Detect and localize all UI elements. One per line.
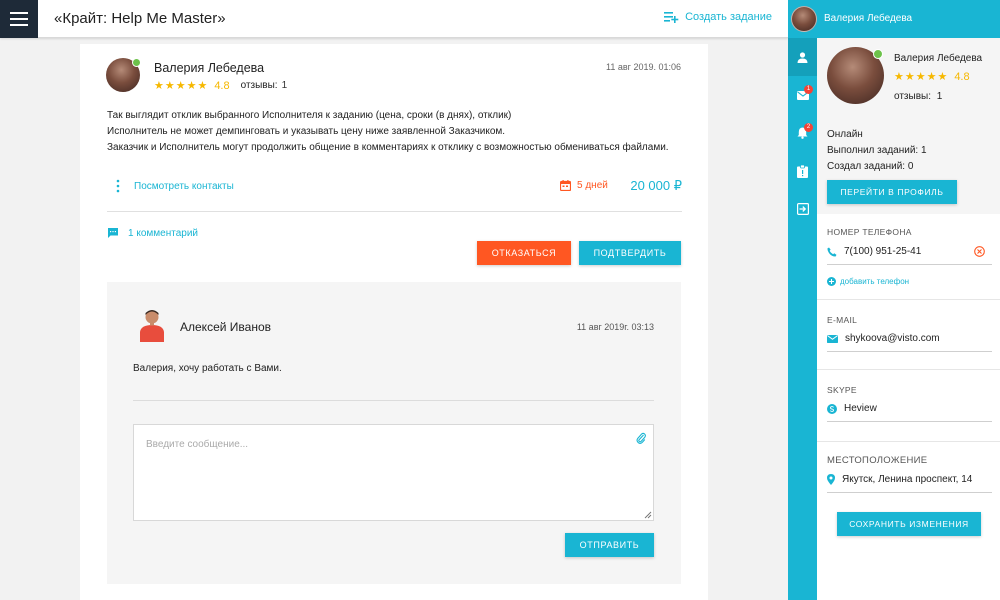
- online-status-dot: [873, 49, 883, 59]
- refuse-button[interactable]: ОТКАЗАТЬСЯ: [477, 241, 571, 265]
- online-status-text: Онлайн: [827, 129, 863, 140]
- location-value[interactable]: Якутск, Ленина проспект, 14: [842, 474, 992, 485]
- mail-icon: [827, 334, 838, 343]
- more-vert-icon[interactable]: [114, 179, 122, 193]
- email-value[interactable]: shykoova@visto.com: [845, 333, 992, 344]
- email-field[interactable]: shykoova@visto.com: [827, 326, 992, 352]
- sidebar-avatar[interactable]: [791, 6, 817, 32]
- rating-value: 4.8: [954, 70, 970, 83]
- offer-description: Так выглядит отклик выбранного Исполните…: [107, 108, 687, 156]
- sidebar-item-notifications[interactable]: 2: [788, 114, 817, 152]
- star-rating-icon: ★★★★★: [894, 71, 949, 83]
- phone-value[interactable]: 7(100) 951-25-41: [844, 246, 974, 257]
- notifications-badge: 2: [804, 123, 813, 132]
- profile-name: Валерия Лебедева: [894, 53, 983, 64]
- divider: [817, 369, 1000, 370]
- created-tasks: Создал заданий: 0: [827, 161, 914, 172]
- divider: [133, 400, 654, 401]
- online-status-dot: [132, 58, 141, 67]
- resize-handle-icon[interactable]: [644, 511, 652, 519]
- divider: [107, 211, 682, 212]
- profile-summary: Валерия Лебедева ★★★★★ 4.8 отзывы: 1 Онл…: [817, 38, 1000, 214]
- add-phone-link[interactable]: добавить телефон: [827, 277, 909, 286]
- sidebar-item-logout[interactable]: [788, 190, 817, 228]
- profile-rating: ★★★★★ 4.8: [894, 70, 970, 84]
- save-changes-button[interactable]: СОХРАНИТЬ ИЗМЕНЕНИЯ: [837, 512, 981, 536]
- days-label: 5 дней: [577, 180, 608, 191]
- comments-toggle[interactable]: 1 комментарий: [107, 227, 198, 239]
- message-box: [133, 424, 654, 521]
- comment-icon: [108, 228, 118, 238]
- profile-panel: Валерия Лебедева ★★★★★ 4.8 отзывы: 1 Онл…: [817, 38, 1000, 600]
- clipboard-icon: [797, 164, 808, 178]
- reviews-label: отзывы:: [240, 80, 278, 91]
- remove-phone-icon[interactable]: [974, 246, 985, 257]
- description-line: Заказчик и Исполнитель могут продолжить …: [107, 142, 669, 153]
- messages-badge: 1: [804, 85, 813, 94]
- go-to-profile-button[interactable]: ПЕРЕЙТИ В ПРОФИЛЬ: [827, 180, 957, 204]
- offer-avatar[interactable]: [106, 58, 141, 92]
- sidebar-header: Валерия Лебедева: [788, 0, 1000, 38]
- logout-icon: [796, 203, 809, 215]
- reviews-count: 1: [936, 91, 943, 102]
- profile-stats: Онлайн Выполнил заданий: 1 Создал задани…: [827, 127, 927, 175]
- description-line: Исполнитель не может демпинговать и указ…: [107, 126, 506, 137]
- divider: [817, 299, 1000, 300]
- hamburger-icon: [10, 12, 28, 26]
- offer-card: Валерия Лебедева ★★★★★ 4.8 отзывы: 1 11 …: [80, 44, 708, 600]
- profile-reviews: отзывы: 1: [894, 91, 942, 102]
- top-bar: «Крайт: Help Me Master» Создать задание: [0, 0, 788, 38]
- add-circle-icon: [827, 277, 836, 286]
- deadline-days: 5 дней: [560, 180, 608, 191]
- commenter-name[interactable]: Алексей Иванов: [180, 320, 271, 334]
- page-title: «Крайт: Help Me Master»: [54, 10, 226, 27]
- commenter-avatar[interactable]: [137, 308, 167, 342]
- reviews-label: отзывы:: [894, 91, 931, 102]
- sidebar-item-tasks[interactable]: [788, 152, 817, 190]
- description-line: Так выглядит отклик выбранного Исполните…: [107, 110, 512, 121]
- sidebar-item-profile[interactable]: [788, 38, 817, 76]
- add-phone-label: добавить телефон: [840, 277, 910, 286]
- calendar-icon: [560, 180, 571, 191]
- rating-value: 4.8: [214, 79, 230, 92]
- playlist-add-icon: [664, 12, 679, 23]
- skype-field[interactable]: Heview: [827, 396, 992, 422]
- completed-tasks: Выполнил заданий: 1: [827, 145, 927, 156]
- offer-user-name[interactable]: Валерия Лебедева: [154, 61, 264, 75]
- hamburger-menu-button[interactable]: [0, 0, 38, 38]
- confirm-button[interactable]: ПОДТВЕРДИТЬ: [579, 241, 681, 265]
- attach-file-icon[interactable]: [636, 432, 646, 444]
- sidebar-user-name: Валерия Лебедева: [824, 13, 913, 24]
- create-task-button[interactable]: Создать задание: [664, 11, 772, 23]
- offer-meta-row: Посмотреть контакты 5 дней 20 000 ₽: [107, 178, 682, 210]
- comment-timestamp: 11 авг 2019г. 03:13: [576, 322, 654, 332]
- send-button[interactable]: ОТПРАВИТЬ: [565, 533, 654, 557]
- email-label: E-MAIL: [827, 315, 858, 325]
- comments-count-label: 1 комментарий: [128, 227, 198, 239]
- skype-label: SKYPE: [827, 385, 857, 395]
- location-pin-icon: [827, 474, 835, 485]
- divider: [817, 441, 1000, 442]
- phone-field[interactable]: 7(100) 951-25-41: [827, 239, 992, 265]
- location-field[interactable]: Якутск, Ленина проспект, 14: [827, 467, 992, 493]
- location-label: МЕСТОПОЛОЖЕНИЕ: [827, 455, 928, 466]
- view-contacts-link[interactable]: Посмотреть контакты: [134, 181, 234, 192]
- offer-rating: ★★★★★ 4.8 отзывы: 1: [154, 79, 288, 93]
- sidebar-rail: 1 2: [788, 38, 817, 600]
- offer-price: 20 000 ₽: [630, 178, 682, 193]
- star-rating-icon: ★★★★★: [154, 80, 209, 92]
- create-task-label: Создать задание: [685, 11, 772, 23]
- message-input[interactable]: [134, 425, 653, 520]
- skype-value[interactable]: Heview: [844, 403, 992, 414]
- comment-text: Валерия, хочу работать с Вами.: [133, 363, 282, 374]
- comment-thread: Алексей Иванов 11 авг 2019г. 03:13 Валер…: [107, 282, 681, 584]
- offer-timestamp: 11 авг 2019. 01:06: [606, 62, 681, 72]
- profile-avatar[interactable]: [827, 47, 884, 104]
- person-icon: [797, 51, 808, 63]
- phone-icon: [827, 247, 837, 257]
- phone-label: НОМЕР ТЕЛЕФОНА: [827, 227, 912, 237]
- reviews-count: 1: [281, 80, 288, 91]
- sidebar-item-messages[interactable]: 1: [788, 76, 817, 114]
- skype-icon: [827, 403, 837, 414]
